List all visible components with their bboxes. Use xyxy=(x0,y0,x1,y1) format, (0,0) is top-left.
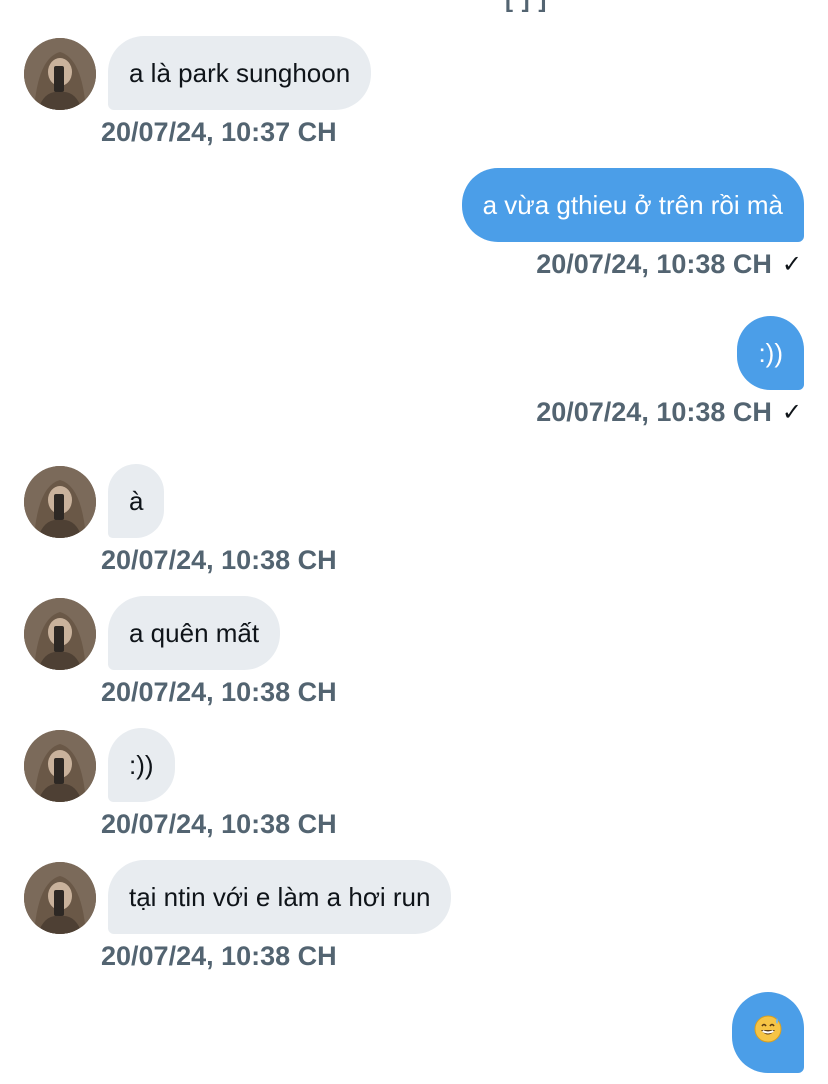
message-timestamp: 20/07/24, 10:38 CH xyxy=(101,809,337,839)
message-bubble-outgoing[interactable]: a vừa gthieu ở trên rồi mà xyxy=(461,168,804,242)
message-meta: 20/07/24, 10:38 CH ✓ xyxy=(536,397,802,428)
message-timestamp: 20/07/24, 10:38 CH xyxy=(101,677,337,707)
message-timestamp: 20/07/24, 10:38 CH xyxy=(536,397,772,427)
checkmark-icon: ✓ xyxy=(781,251,802,278)
avatar[interactable] xyxy=(24,598,96,670)
chat-thread: [ ] ] a là park sunghoon 20/07/24, 10:37… xyxy=(0,0,828,1084)
message-bubble-outgoing[interactable]: :)) xyxy=(737,316,804,390)
avatar-photo xyxy=(24,466,96,538)
message-bubble-incoming[interactable]: a là park sunghoon xyxy=(108,36,372,110)
message-bubble-incoming[interactable]: :)) xyxy=(108,728,175,802)
message-timestamp: 20/07/24, 10:38 CH xyxy=(536,249,772,279)
message-bubble-incoming[interactable]: à xyxy=(108,464,165,538)
avatar[interactable] xyxy=(24,38,96,110)
message-timestamp: 20/07/24, 10:37 CH xyxy=(101,117,337,147)
message-bubble-incoming[interactable]: a quên mất xyxy=(108,596,281,670)
message-bubble-incoming[interactable]: tại ntin với e làm a hơi run xyxy=(108,860,452,934)
avatar-photo xyxy=(24,598,96,670)
avatar-photo xyxy=(24,862,96,934)
message-meta: 20/07/24, 10:38 CH ✓ xyxy=(536,249,802,280)
checkmark-icon: ✓ xyxy=(781,399,802,426)
avatar[interactable] xyxy=(24,730,96,802)
grinning-sweat-face-emoji-icon xyxy=(754,1015,782,1043)
avatar[interactable] xyxy=(24,862,96,934)
message-bubble-outgoing-emoji[interactable] xyxy=(732,992,804,1073)
cutoff-timestamp: [ ] ] xyxy=(505,0,547,14)
message-timestamp: 20/07/24, 10:38 CH xyxy=(101,941,337,971)
avatar[interactable] xyxy=(24,466,96,538)
avatar-photo xyxy=(24,730,96,802)
avatar-photo xyxy=(24,38,96,110)
message-timestamp: 20/07/24, 10:38 CH xyxy=(101,545,337,575)
